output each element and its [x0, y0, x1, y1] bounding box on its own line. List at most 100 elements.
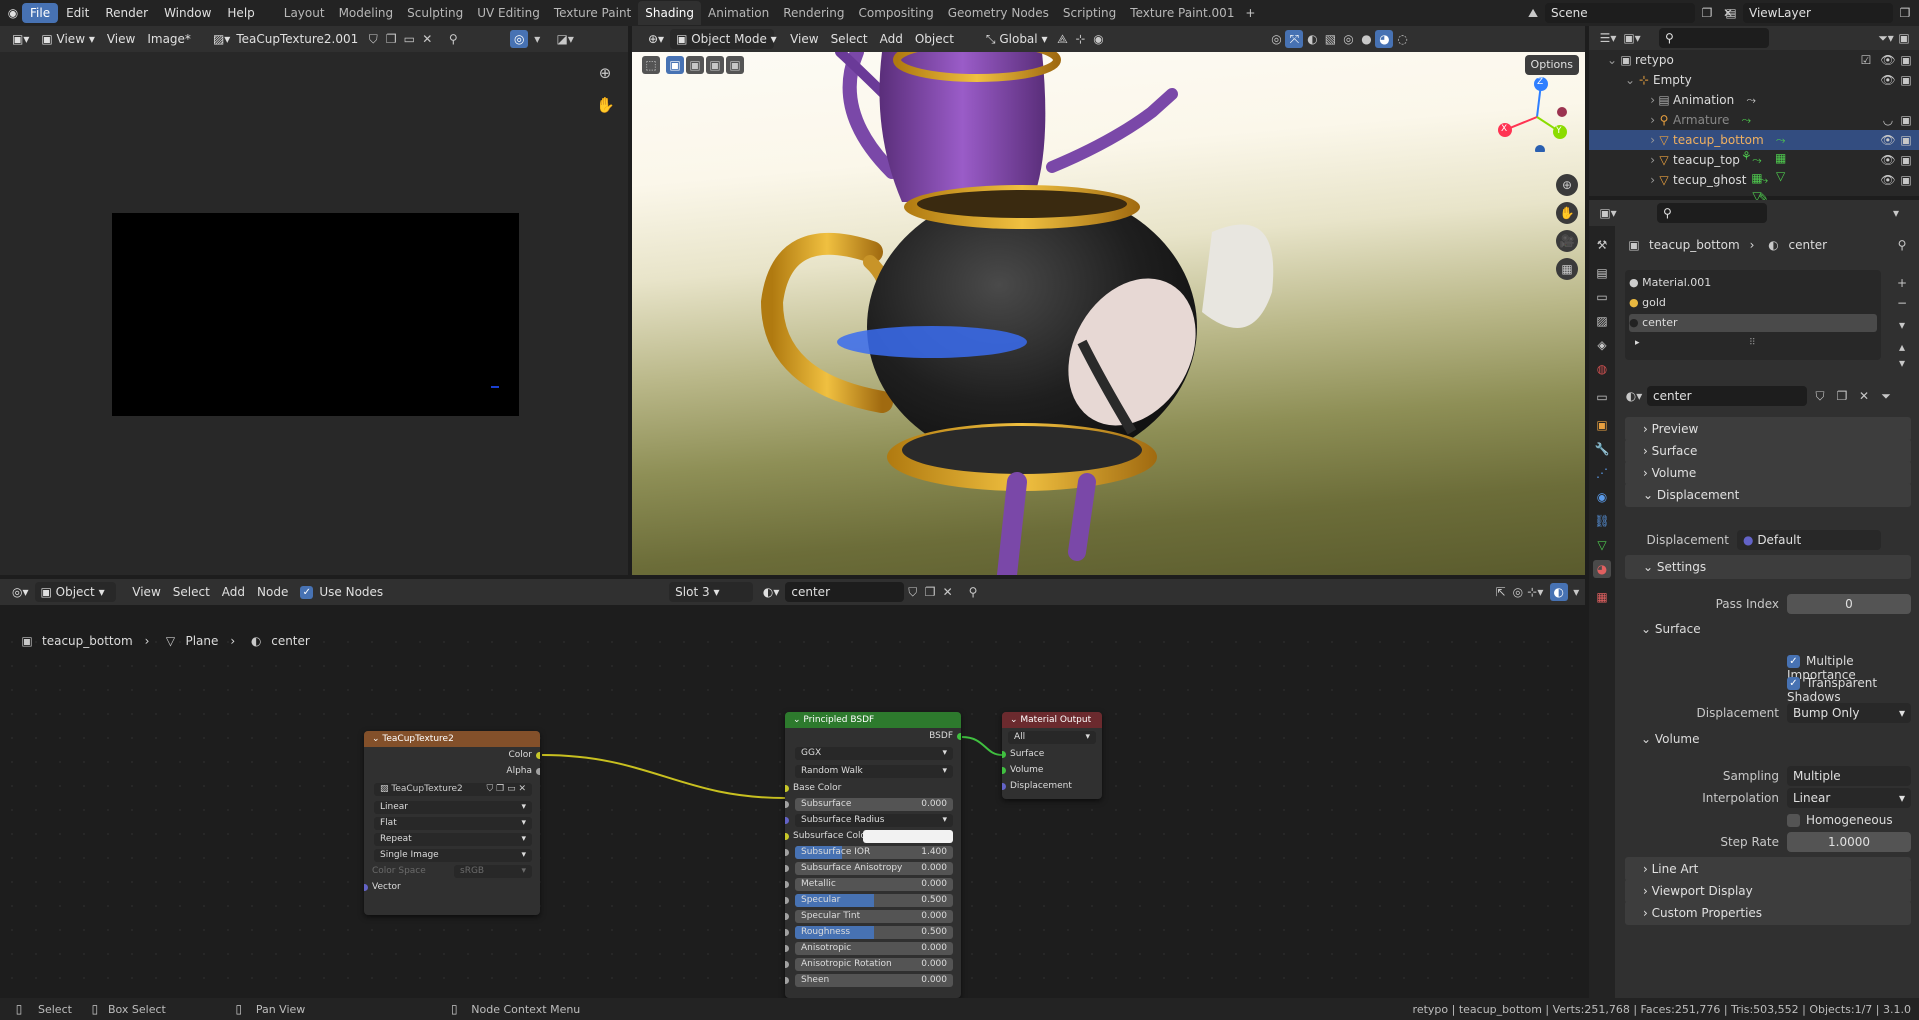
image-canvas[interactable]: ⊕ ✋	[0, 52, 628, 575]
node-menu-add[interactable]: Add	[216, 582, 251, 602]
new-image-icon[interactable]: ❐	[382, 30, 400, 48]
metallic-socket[interactable]	[785, 881, 789, 888]
panel-custom-properties[interactable]: › Custom Properties	[1625, 901, 1911, 925]
panel-surface[interactable]: › Surface	[1625, 439, 1911, 463]
volume-input-socket[interactable]	[1002, 767, 1006, 774]
node-menu-node[interactable]: Node	[251, 582, 294, 602]
camera-icon[interactable]: ▣	[1897, 71, 1915, 89]
menu-window[interactable]: Window	[156, 3, 219, 23]
outliner-row-retypo[interactable]: ⌄ ▣ retypo ☑ 👁 ▣	[1589, 50, 1919, 70]
slot-specials-icon[interactable]: ▾	[1893, 316, 1911, 334]
volume-interpolation-dropdown[interactable]: Linear ▾	[1787, 788, 1911, 808]
camera-icon[interactable]: ▣	[1897, 151, 1915, 169]
outliner-row-armature[interactable]: ›⚲ Armature ⤳ ✦ ⚘ ◡ ▣	[1589, 110, 1919, 163]
node-material-field[interactable]: center	[785, 582, 904, 602]
bsdf-node-header[interactable]: ⌄ Principled BSDF	[785, 712, 961, 728]
gizmo-dropdown-icon[interactable]: ▾	[528, 30, 546, 48]
pass-index-field[interactable]: 0	[1787, 594, 1911, 614]
extension-dropdown[interactable]: Repeat ▾	[374, 833, 532, 846]
eye-icon[interactable]: 👁	[1879, 71, 1897, 89]
data-tab-icon[interactable]: ▽	[1593, 536, 1611, 554]
new-collection-icon[interactable]: ▣	[1895, 29, 1913, 47]
surface-input-socket[interactable]	[1002, 751, 1006, 758]
open-image-icon[interactable]: ▭	[400, 30, 418, 48]
remove-slot-icon[interactable]: −	[1893, 294, 1911, 312]
subsurface-color-swatch[interactable]	[863, 830, 953, 843]
material-name-field[interactable]: center	[1647, 386, 1807, 406]
tab-geometry-nodes[interactable]: Geometry Nodes	[941, 1, 1056, 25]
specular-socket[interactable]	[785, 897, 789, 904]
outliner-row-tecup-ghost[interactable]: ›▽ tecup_ghost ⤳ ✎ ▦ ▽ 👁 ▣	[1589, 170, 1919, 241]
zoom-icon[interactable]: ⊕	[596, 64, 614, 82]
object-tab-icon[interactable]: ▣	[1593, 416, 1611, 434]
xray-icon[interactable]: ▧	[1321, 30, 1339, 48]
specular-tint-slider[interactable]: Specular Tint 0.000	[795, 910, 953, 923]
vector-input-socket[interactable]	[364, 884, 368, 891]
props-pin-icon[interactable]: ⚲	[1893, 236, 1911, 254]
add-slot-icon[interactable]: +	[1893, 274, 1911, 292]
colorspace-dropdown[interactable]: sRGB ▾	[454, 865, 532, 878]
camera-view-icon[interactable]: 🎥	[1556, 230, 1578, 252]
anisotropic-socket[interactable]	[785, 945, 789, 952]
blender-logo-icon[interactable]: ◉	[4, 4, 22, 22]
scene-tab-icon[interactable]: ◈	[1593, 336, 1611, 354]
color-output-socket[interactable]	[536, 752, 540, 759]
tab-modeling[interactable]: Modeling	[332, 1, 401, 25]
specular-tint-socket[interactable]	[785, 913, 789, 920]
tab-texture-paint-001[interactable]: Texture Paint.001	[1123, 1, 1241, 25]
tab-sculpting[interactable]: Sculpting	[400, 1, 470, 25]
visibility-icon[interactable]: ◎	[1267, 30, 1285, 48]
view-layer-field[interactable]: ViewLayer	[1743, 3, 1893, 23]
displacement-socket-field[interactable]: ● Default	[1737, 530, 1881, 550]
tab-uv-editing[interactable]: UV Editing	[470, 1, 547, 25]
outliner-row-teacup-top[interactable]: › ▽ teacup_top ⤳ ▦ ▽ 👁 ▣	[1589, 150, 1919, 203]
panel-settings[interactable]: ⌄ Settings	[1625, 555, 1911, 579]
node-overlay-dropdown-icon[interactable]: ▾	[1568, 583, 1585, 601]
camera-icon[interactable]: ▣	[1897, 111, 1915, 129]
bsdf-output-socket[interactable]	[957, 733, 961, 740]
alpha-output-socket[interactable]	[536, 768, 540, 775]
material-browse-icon[interactable]: ◐▾	[757, 582, 786, 602]
scene-icon[interactable]: ⛰	[1524, 4, 1542, 22]
displacement-input-socket[interactable]	[1002, 783, 1006, 790]
subsurface-radius-socket[interactable]	[785, 817, 789, 824]
properties-editor-type-icon[interactable]: ▣▾	[1599, 204, 1617, 222]
output-target-dropdown[interactable]: All ▾	[1008, 731, 1096, 744]
duplicate-material-icon[interactable]: ❐	[1833, 387, 1851, 405]
distribution-dropdown[interactable]: GGX ▾	[795, 747, 953, 760]
subsurface-method-dropdown[interactable]: Random Walk ▾	[795, 765, 953, 778]
eye-icon[interactable]: 👁	[1879, 51, 1897, 69]
editor-type-icon[interactable]: ▣▾	[6, 29, 35, 49]
material-slot-item-active[interactable]: ● center	[1629, 314, 1877, 332]
panel-displacement[interactable]: ⌄ Displacement	[1625, 483, 1911, 507]
tool-tab-icon[interactable]: ⚒	[1593, 236, 1611, 254]
move-down-icon[interactable]: ▾	[1893, 354, 1911, 372]
subsurface-slider[interactable]: Subsurface 0.000	[795, 798, 953, 811]
subsurface-anisotropy-slider[interactable]: Subsurface Anisotropy 0.000	[795, 862, 953, 875]
principled-bsdf-node[interactable]: ⌄ Principled BSDF BSDF GGX ▾ Random Walk ▾…	[785, 712, 961, 998]
viewport-menu-select[interactable]: Select	[825, 29, 874, 49]
tab-texture-paint[interactable]: Texture Paint	[547, 1, 638, 25]
source-dropdown[interactable]: Single Image ▾	[374, 849, 532, 862]
material-slot-item[interactable]: ● gold	[1629, 294, 1877, 312]
viewport-menu-view[interactable]: View	[784, 29, 824, 49]
3d-viewport[interactable]: ⬚ ▣ ▣ ▣ ▣ Options Z X Y ⊕ ✋ 🎥 ▦	[632, 52, 1585, 575]
metallic-slider[interactable]: Metallic 0.000	[795, 878, 953, 891]
viewport-menu-add[interactable]: Add	[874, 29, 909, 49]
image-name-field[interactable]: TeaCupTexture2.001	[236, 29, 364, 49]
base-color-socket[interactable]	[785, 785, 789, 792]
navigation-gizmo[interactable]: Z X Y	[1492, 72, 1582, 155]
properties-options-icon[interactable]: ▾	[1887, 204, 1905, 222]
displacement-method-dropdown[interactable]: Bump Only ▾	[1787, 703, 1911, 723]
unlink-material-icon[interactable]: ✕	[1855, 387, 1873, 405]
menu-edit[interactable]: Edit	[58, 3, 97, 23]
sampling-dropdown[interactable]: Multiple Importance▾	[1787, 766, 1911, 803]
material-unlink-icon[interactable]: ✕	[939, 583, 956, 601]
viewport-editor-type-icon[interactable]: ⊕▾	[642, 29, 670, 49]
roughness-slider[interactable]: Roughness 0.500	[795, 926, 953, 939]
node-editor-type-icon[interactable]: ◎▾	[6, 582, 35, 602]
use-nodes-checkbox[interactable]: ✓ Use Nodes	[294, 582, 389, 602]
outliner-search-input[interactable]: ⚲	[1659, 28, 1769, 48]
texture-node-header[interactable]: ⌄ TeaCupTexture2	[364, 731, 540, 747]
outliner-row-teacup-bottom[interactable]: › ▽ teacup_bottom ⤳ ▦ ▽ 👁 ▣	[1589, 130, 1919, 183]
